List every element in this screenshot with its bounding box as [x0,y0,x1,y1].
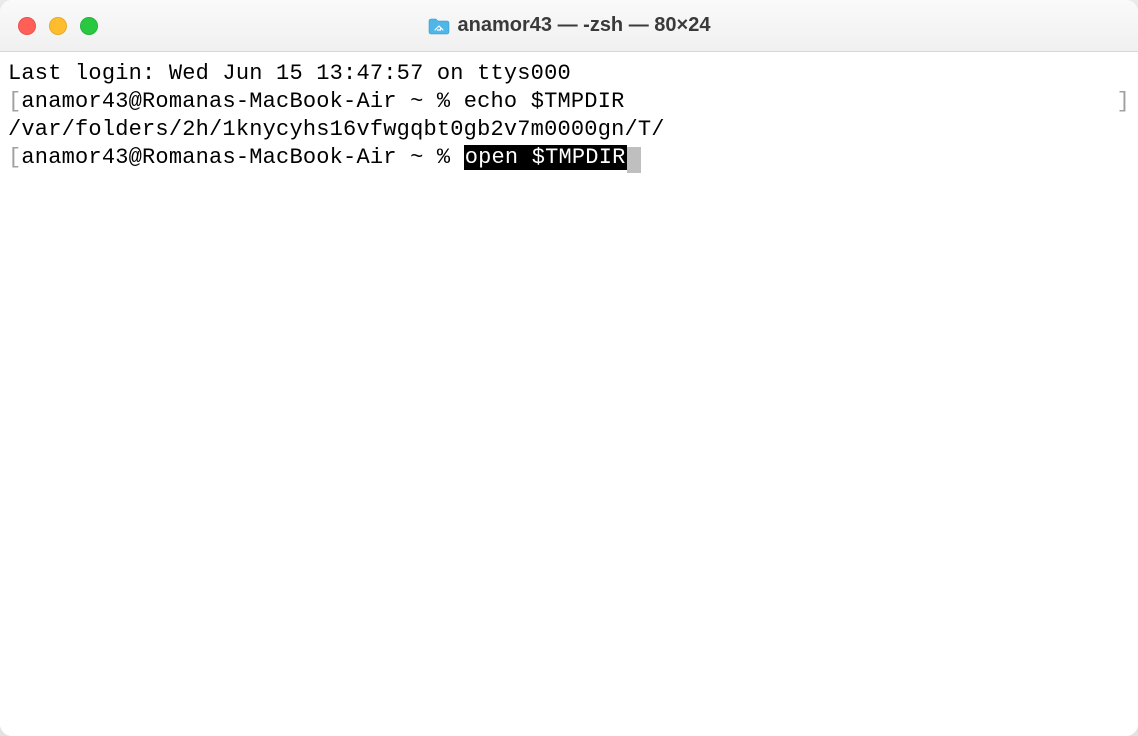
output-line-1: /var/folders/2h/1knycyhs16vfwgqbt0gb2v7m… [8,116,1130,144]
traffic-lights [0,17,98,35]
prompt-text-2: anamor43@Romanas-MacBook-Air ~ % [21,145,463,170]
title-center: anamor43 — -zsh — 80×24 [428,14,711,37]
command-1: echo $TMPDIR [464,88,625,116]
prompt-text-1: anamor43@Romanas-MacBook-Air ~ % [21,88,463,116]
prompt-line-1: [anamor43@Romanas-MacBook-Air ~ % echo $… [8,88,1130,116]
close-button[interactable] [18,17,36,35]
cursor [627,147,641,173]
terminal-body[interactable]: Last login: Wed Jun 15 13:47:57 on ttys0… [0,52,1138,736]
titlebar[interactable]: anamor43 — -zsh — 80×24 [0,0,1138,52]
prompt-left-bracket: [ [8,88,21,116]
command-2-highlighted: open $TMPDIR [464,145,627,170]
window-title: anamor43 — -zsh — 80×24 [458,14,711,37]
last-login-line: Last login: Wed Jun 15 13:47:57 on ttys0… [8,60,1130,88]
prompt-left-bracket-2: [ [8,145,21,170]
minimize-button[interactable] [49,17,67,35]
home-folder-icon [428,17,450,35]
terminal-window: anamor43 — -zsh — 80×24 Last login: Wed … [0,0,1138,736]
zoom-button[interactable] [80,17,98,35]
prompt-line-2: [anamor43@Romanas-MacBook-Air ~ % open $… [8,144,1130,172]
prompt-right-bracket: ] [1117,88,1130,116]
